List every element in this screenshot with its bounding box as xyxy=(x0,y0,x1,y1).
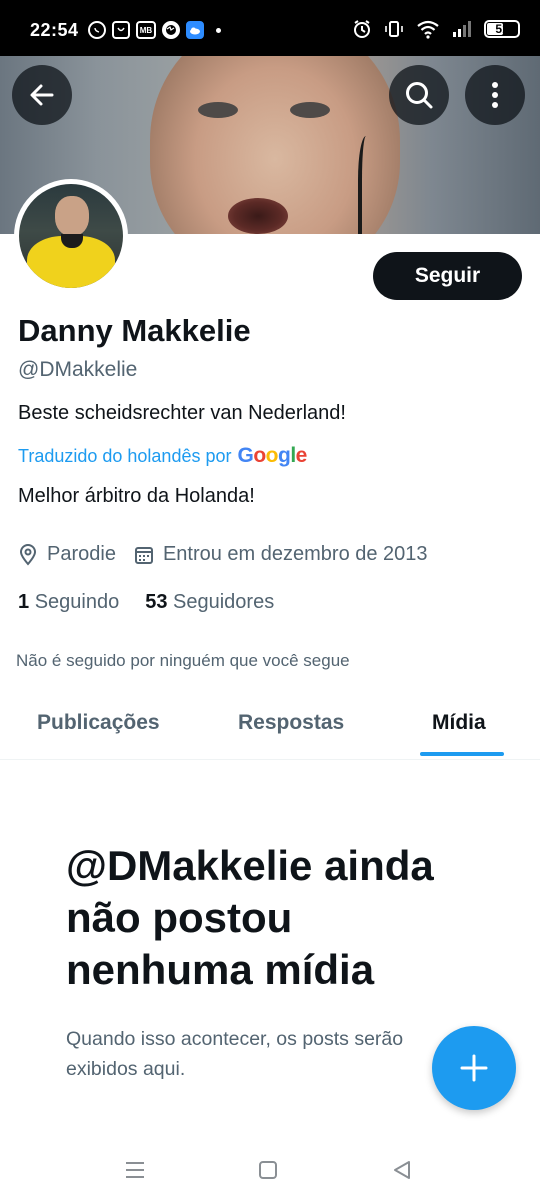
system-nav-bar xyxy=(0,1140,540,1200)
profile-bio-translated: Melhor árbitro da Holanda! xyxy=(18,485,255,507)
tab-posts[interactable]: Publicações xyxy=(37,711,160,735)
joined-item: Entrou em dezembro de 2013 xyxy=(134,543,428,566)
whatsapp-icon xyxy=(88,21,106,39)
following-link[interactable]: 1 Seguindo xyxy=(18,591,119,614)
cloud-app-icon xyxy=(186,21,204,39)
empty-state-title: @DMakkelie ainda não postou nenhuma mídi… xyxy=(66,842,434,993)
followers-link[interactable]: 53 Seguidores xyxy=(145,591,274,614)
alarm-icon xyxy=(352,19,372,39)
more-notifications-dot xyxy=(216,27,221,33)
google-logo: Google xyxy=(237,444,307,467)
follow-stats: 1 Seguindo 53 Seguidores xyxy=(18,591,300,614)
avatar-head xyxy=(55,196,89,236)
more-options-button[interactable] xyxy=(465,65,525,125)
empty-state-subtitle: Quando isso acontecer, os posts serão ex… xyxy=(66,1028,404,1080)
search-button[interactable] xyxy=(389,65,449,125)
translation-link[interactable]: Traduzido do holandês por Google xyxy=(18,444,307,468)
more-vertical-icon xyxy=(492,82,498,108)
signal-icon xyxy=(452,19,472,39)
status-time: 22:54 xyxy=(30,20,79,40)
notification-icons: MB xyxy=(88,21,221,39)
system-icons: 51 xyxy=(352,19,520,39)
triangle-back-icon xyxy=(394,1161,410,1179)
battery-level: 51 xyxy=(495,22,509,36)
banner-earpiece xyxy=(358,136,378,234)
banner-eye-left xyxy=(198,102,238,118)
follow-button[interactable]: Seguir xyxy=(373,252,522,300)
following-label: Seguindo xyxy=(34,591,120,613)
location-item: Parodie xyxy=(18,543,116,566)
back-button[interactable] xyxy=(12,65,72,125)
vibrate-icon xyxy=(384,19,404,39)
tab-replies[interactable]: Respostas xyxy=(238,711,344,735)
banner-eye-right xyxy=(290,102,330,118)
profile-bio: Beste scheidsrechter van Nederland! xyxy=(18,402,346,424)
mb-label: MB xyxy=(139,25,153,35)
home-square-icon xyxy=(259,1161,277,1179)
location-pin-icon xyxy=(19,543,37,566)
recent-apps-button[interactable] xyxy=(121,1156,149,1184)
avatar xyxy=(19,184,123,288)
globe-icon xyxy=(162,21,180,39)
followers-label: Seguidores xyxy=(173,591,275,613)
translation-label: Traduzido do holandês por xyxy=(18,445,232,466)
profile-name: Danny Makkelie xyxy=(18,313,251,348)
plus-icon xyxy=(460,1054,488,1082)
active-tab-indicator xyxy=(420,752,504,756)
compose-fab[interactable] xyxy=(432,1026,516,1110)
profile-tabs: Publicações Respostas Mídia xyxy=(0,697,540,760)
followers-count: 53 xyxy=(145,591,168,613)
tab-media[interactable]: Mídia xyxy=(432,711,486,735)
following-count: 1 xyxy=(18,591,30,613)
joined-label: Entrou em dezembro de 2013 xyxy=(162,543,428,565)
avatar-frame[interactable] xyxy=(14,179,128,293)
mb-app-icon: MB xyxy=(136,21,156,39)
battery-indicator: 51 xyxy=(484,20,520,38)
wifi-icon xyxy=(416,19,440,39)
profile-handle: @DMakkelie xyxy=(18,358,138,381)
not-followed-notice: Não é seguido por ninguém que você segue xyxy=(16,651,350,670)
location-label: Parodie xyxy=(47,543,116,565)
menu-lines-icon xyxy=(126,1162,144,1178)
home-button[interactable] xyxy=(254,1156,282,1184)
search-icon xyxy=(406,82,433,109)
system-back-button[interactable] xyxy=(388,1156,416,1184)
calendar-icon xyxy=(134,546,153,564)
profile-meta: Parodie Entrou em dezembro de 2013 xyxy=(18,543,446,566)
status-bar: 22:54 MB 51 xyxy=(0,0,540,56)
banner-mouth xyxy=(228,198,288,234)
arrow-left-icon xyxy=(30,84,54,106)
smiley-app-icon xyxy=(112,21,130,39)
